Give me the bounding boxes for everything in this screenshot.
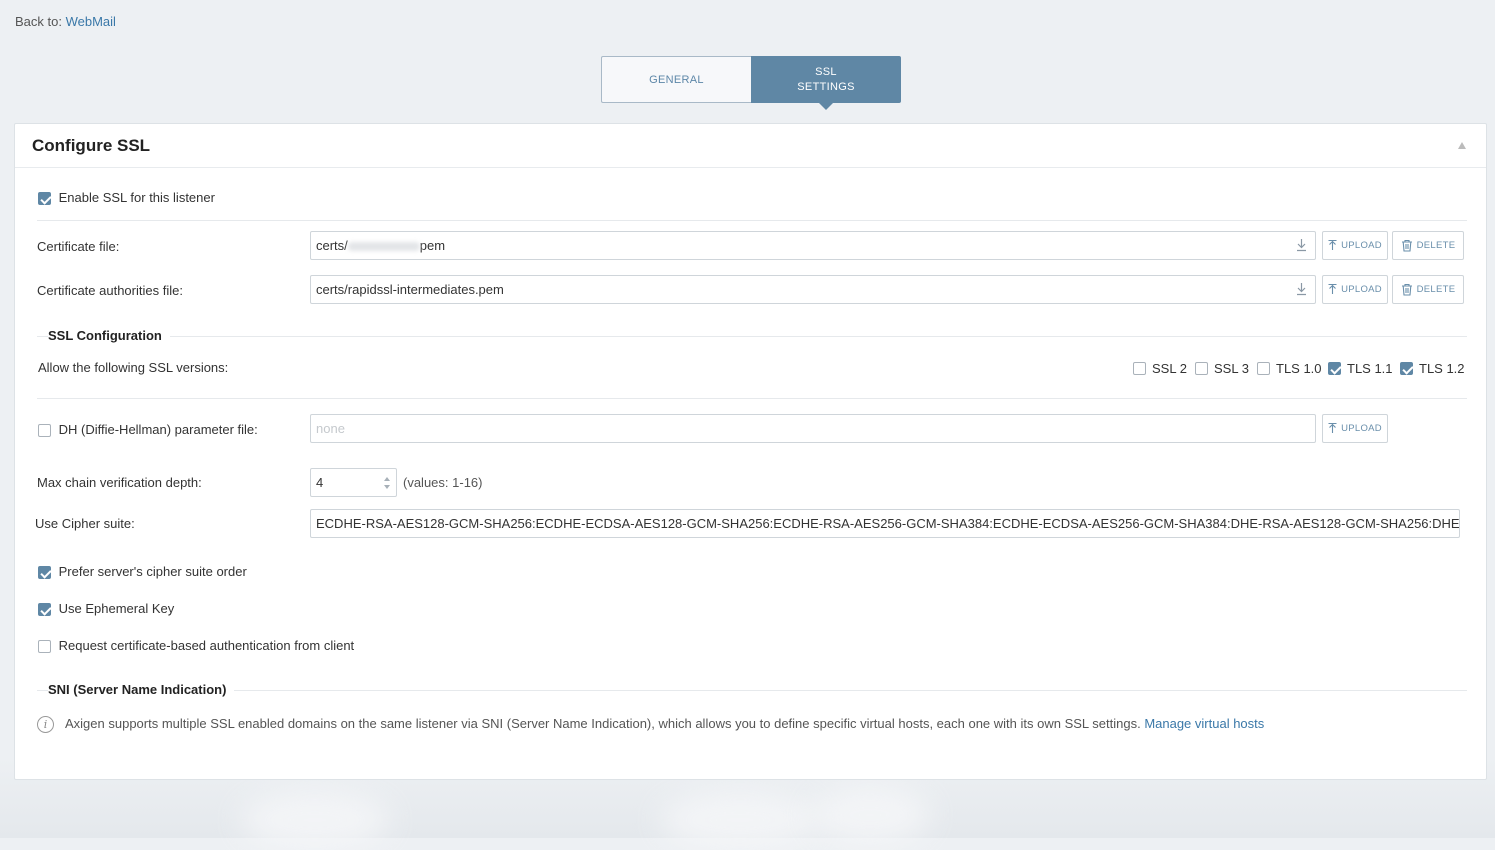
delete-label: DELETE <box>1416 284 1456 295</box>
download-icon[interactable] <box>1296 282 1307 296</box>
ssl-versions-label: Allow the following SSL versions: <box>38 360 229 375</box>
dh-upload-button[interactable]: UPLOAD <box>1322 414 1388 443</box>
certificate-file-input[interactable]: certs/pem <box>310 231 1316 260</box>
client-auth-row: Request certificate-based authentication… <box>38 638 355 654</box>
trash-icon <box>1401 239 1412 252</box>
chain-depth-label: Max chain verification depth: <box>37 475 202 490</box>
enable-ssl-row: Enable SSL for this listener <box>38 190 215 206</box>
settings-tabs: GENERAL SSL SETTINGS <box>601 56 901 110</box>
ca-file-label: Certificate authorities file: <box>37 283 183 298</box>
ca-delete-button[interactable]: DELETE <box>1392 275 1464 304</box>
client-auth-label: Request certificate-based authentication… <box>58 638 355 653</box>
chain-depth-hint: (values: 1-16) <box>403 475 483 490</box>
ssl-configuration-title: SSL Configuration <box>48 328 170 343</box>
info-icon: i <box>37 716 54 733</box>
dh-row: DH (Diffie-Hellman) parameter file: <box>38 422 258 438</box>
collapse-up-icon[interactable] <box>1458 142 1466 149</box>
upload-label: UPLOAD <box>1341 284 1382 295</box>
version-tls10-checkbox[interactable] <box>1257 362 1270 375</box>
background-blob <box>660 790 820 850</box>
upload-icon <box>1328 240 1337 250</box>
dh-label: DH (Diffie-Hellman) parameter file: <box>58 422 258 437</box>
prefer-order-checkbox[interactable] <box>38 566 51 580</box>
divider <box>37 220 1467 221</box>
chain-depth-stepper[interactable]: 4 <box>310 468 397 497</box>
trash-icon <box>1401 283 1412 296</box>
back-link-row: Back to: WebMail <box>15 14 116 29</box>
version-tls10[interactable]: TLS 1.0 <box>1257 361 1322 376</box>
redacted-filename <box>347 242 420 252</box>
configure-ssl-panel: Configure SSL Enable SSL for this listen… <box>14 123 1487 780</box>
version-tls12-label: TLS 1.2 <box>1419 361 1465 376</box>
certificate-path-prefix: certs/ <box>316 238 348 253</box>
tab-ssl-settings[interactable]: SSL SETTINGS <box>751 56 901 110</box>
version-tls12-checkbox[interactable] <box>1400 362 1413 375</box>
ephemeral-key-label: Use Ephemeral Key <box>58 601 175 616</box>
divider <box>37 398 1467 399</box>
ca-file-input[interactable]: certs/rapidssl-intermediates.pem <box>310 275 1316 304</box>
version-ssl2-checkbox[interactable] <box>1133 362 1146 375</box>
version-tls10-label: TLS 1.0 <box>1276 361 1322 376</box>
prefer-order-row: Prefer server's cipher suite order <box>38 564 247 580</box>
certificate-file-label: Certificate file: <box>37 239 120 254</box>
cipher-suite-input[interactable]: ECDHE-RSA-AES128-GCM-SHA256:ECDHE-ECDSA-… <box>310 509 1460 538</box>
panel-title: Configure SSL <box>32 136 151 155</box>
upload-label: UPLOAD <box>1341 423 1382 434</box>
version-tls11[interactable]: TLS 1.1 <box>1328 361 1393 376</box>
tab-ssl-label-1: SSL <box>815 65 837 78</box>
section-divider <box>37 690 1467 691</box>
certificate-delete-button[interactable]: DELETE <box>1392 231 1464 260</box>
version-ssl3[interactable]: SSL 3 <box>1195 361 1249 376</box>
tab-general[interactable]: GENERAL <box>601 56 751 103</box>
version-tls11-checkbox[interactable] <box>1328 362 1341 375</box>
sni-description: Axigen supports multiple SSL enabled dom… <box>65 716 1264 731</box>
chain-depth-value: 4 <box>316 475 324 490</box>
certificate-upload-button[interactable]: UPLOAD <box>1322 231 1388 260</box>
background-blob <box>240 790 390 850</box>
version-ssl3-label: SSL 3 <box>1214 361 1249 376</box>
upload-icon <box>1328 284 1337 294</box>
delete-label: DELETE <box>1416 240 1456 251</box>
download-icon[interactable] <box>1296 238 1307 252</box>
stepper-arrows-icon[interactable] <box>383 475 391 491</box>
back-to-webmail-link[interactable]: WebMail <box>66 14 116 29</box>
version-ssl2[interactable]: SSL 2 <box>1133 361 1187 376</box>
version-ssl2-label: SSL 2 <box>1152 361 1187 376</box>
cipher-suite-value: ECDHE-RSA-AES128-GCM-SHA256:ECDHE-ECDSA-… <box>316 516 1460 531</box>
ephemeral-key-row: Use Ephemeral Key <box>38 601 175 617</box>
tab-ssl-label-2: SETTINGS <box>797 80 855 93</box>
manage-virtual-hosts-link[interactable]: Manage virtual hosts <box>1144 716 1264 731</box>
client-auth-checkbox[interactable] <box>38 640 51 654</box>
section-divider <box>37 336 1467 337</box>
upload-label: UPLOAD <box>1341 240 1382 251</box>
background-blob <box>810 785 930 845</box>
version-tls12[interactable]: TLS 1.2 <box>1400 361 1465 376</box>
upload-icon <box>1328 423 1337 433</box>
version-ssl3-checkbox[interactable] <box>1195 362 1208 375</box>
panel-header: Configure SSL <box>15 124 1486 168</box>
sni-title: SNI (Server Name Indication) <box>48 682 235 697</box>
back-prefix: Back to: <box>15 14 62 29</box>
enable-ssl-label: Enable SSL for this listener <box>58 190 215 205</box>
dh-placeholder: none <box>316 421 345 436</box>
certificate-path-suffix: pem <box>419 238 446 253</box>
prefer-order-label: Prefer server's cipher suite order <box>58 564 247 579</box>
cipher-suite-label: Use Cipher suite: <box>35 516 135 531</box>
version-tls11-label: TLS 1.1 <box>1347 361 1393 376</box>
dh-checkbox[interactable] <box>38 424 51 438</box>
ephemeral-key-checkbox[interactable] <box>38 603 51 617</box>
ca-upload-button[interactable]: UPLOAD <box>1322 275 1388 304</box>
ca-file-value: certs/rapidssl-intermediates.pem <box>316 282 504 297</box>
dh-file-input[interactable]: none <box>310 414 1316 443</box>
sni-text: Axigen supports multiple SSL enabled dom… <box>65 716 1141 731</box>
enable-ssl-checkbox[interactable] <box>38 192 51 206</box>
